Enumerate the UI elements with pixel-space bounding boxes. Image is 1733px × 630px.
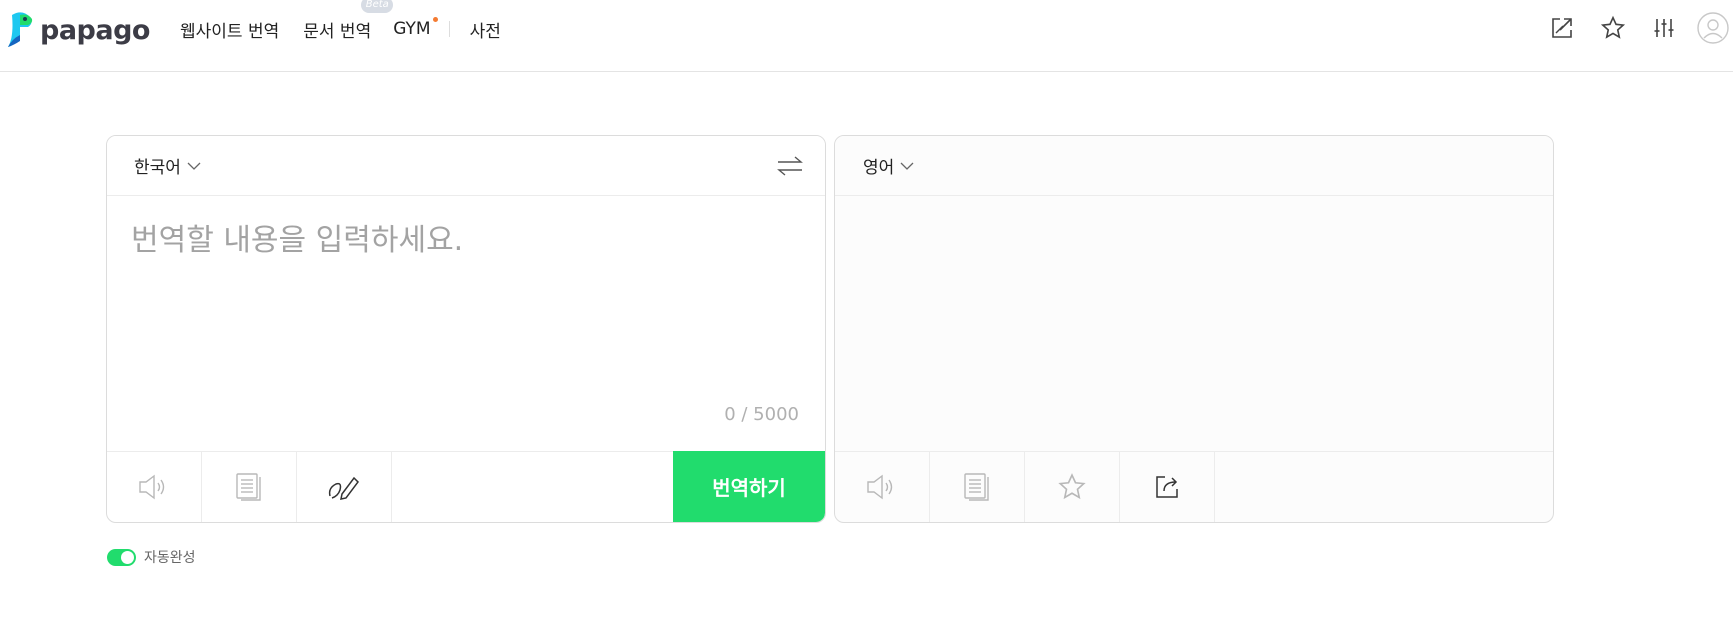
target-language-select[interactable]: 영어 <box>863 153 914 178</box>
share-icon <box>1156 476 1178 498</box>
favorites-button[interactable] <box>1599 14 1627 42</box>
autocomplete-toggle[interactable] <box>107 548 136 566</box>
target-lang-bar: 영어 <box>835 136 1553 196</box>
new-dot-indicator <box>432 17 438 22</box>
source-lang-bar: 한국어 <box>107 136 825 196</box>
target-toolbar <box>835 451 1553 522</box>
top-header: papago 웹사이트 번역 문서 번역 Beta GYM 사전 <box>0 0 1733 72</box>
papago-logo[interactable]: papago <box>6 10 150 50</box>
user-avatar-button[interactable] <box>1697 12 1729 44</box>
logo-text: papago <box>40 14 150 46</box>
user-avatar-icon <box>1697 12 1729 44</box>
chevron-down-icon <box>187 162 201 170</box>
source-panel: 한국어 0 / 5000 <box>106 135 826 523</box>
toggle-knob <box>121 550 134 564</box>
speaker-icon <box>867 474 893 500</box>
nav-document-translation-label: 문서 번역 <box>303 21 372 42</box>
translate-button[interactable]: 번역하기 <box>673 451 825 522</box>
star-icon <box>1058 473 1086 500</box>
source-language-select[interactable]: 한국어 <box>134 153 201 178</box>
swap-arrows-icon <box>777 156 803 176</box>
chevron-down-icon <box>900 162 914 170</box>
handwriting-button[interactable] <box>297 452 392 522</box>
open-new-window-button[interactable] <box>1548 14 1576 42</box>
swap-languages-button[interactable] <box>775 152 805 180</box>
share-window-icon <box>1552 18 1572 38</box>
source-text-input[interactable] <box>131 221 791 441</box>
nav-document-translation[interactable]: 문서 번역 Beta <box>303 0 394 42</box>
target-language-label: 영어 <box>863 158 895 178</box>
star-icon <box>1600 15 1626 39</box>
share-button[interactable] <box>1120 452 1215 522</box>
nav-gym-label: GYM <box>393 19 431 39</box>
nav-website-translation[interactable]: 웹사이트 번역 <box>180 17 279 42</box>
autocomplete-label: 자동완성 <box>144 550 196 566</box>
character-count: 0 / 5000 <box>724 404 799 425</box>
speaker-icon <box>139 474 165 500</box>
source-language-label: 한국어 <box>134 158 181 178</box>
handwriting-icon <box>328 476 359 500</box>
copy-icon <box>236 473 261 501</box>
nav-divider <box>448 21 450 37</box>
save-favorite-button[interactable] <box>1025 452 1120 522</box>
settings-button[interactable] <box>1650 14 1678 42</box>
target-copy-button[interactable] <box>930 452 1025 522</box>
settings-sliders-icon <box>1654 19 1674 37</box>
target-listen-button[interactable] <box>835 452 930 522</box>
source-copy-button[interactable] <box>202 452 297 522</box>
copy-icon <box>964 473 989 501</box>
autocomplete-setting: 자동완성 <box>107 547 196 567</box>
source-listen-button[interactable] <box>107 452 202 522</box>
nav-gym[interactable]: GYM <box>393 17 438 39</box>
translation-result-area <box>835 197 1553 451</box>
beta-badge: Beta <box>361 0 394 13</box>
target-panel: 영어 <box>834 135 1554 523</box>
nav-dictionary[interactable]: 사전 <box>470 17 501 42</box>
papago-parrot-icon <box>8 12 33 47</box>
main-nav: 웹사이트 번역 문서 번역 Beta GYM 사전 <box>180 0 501 58</box>
